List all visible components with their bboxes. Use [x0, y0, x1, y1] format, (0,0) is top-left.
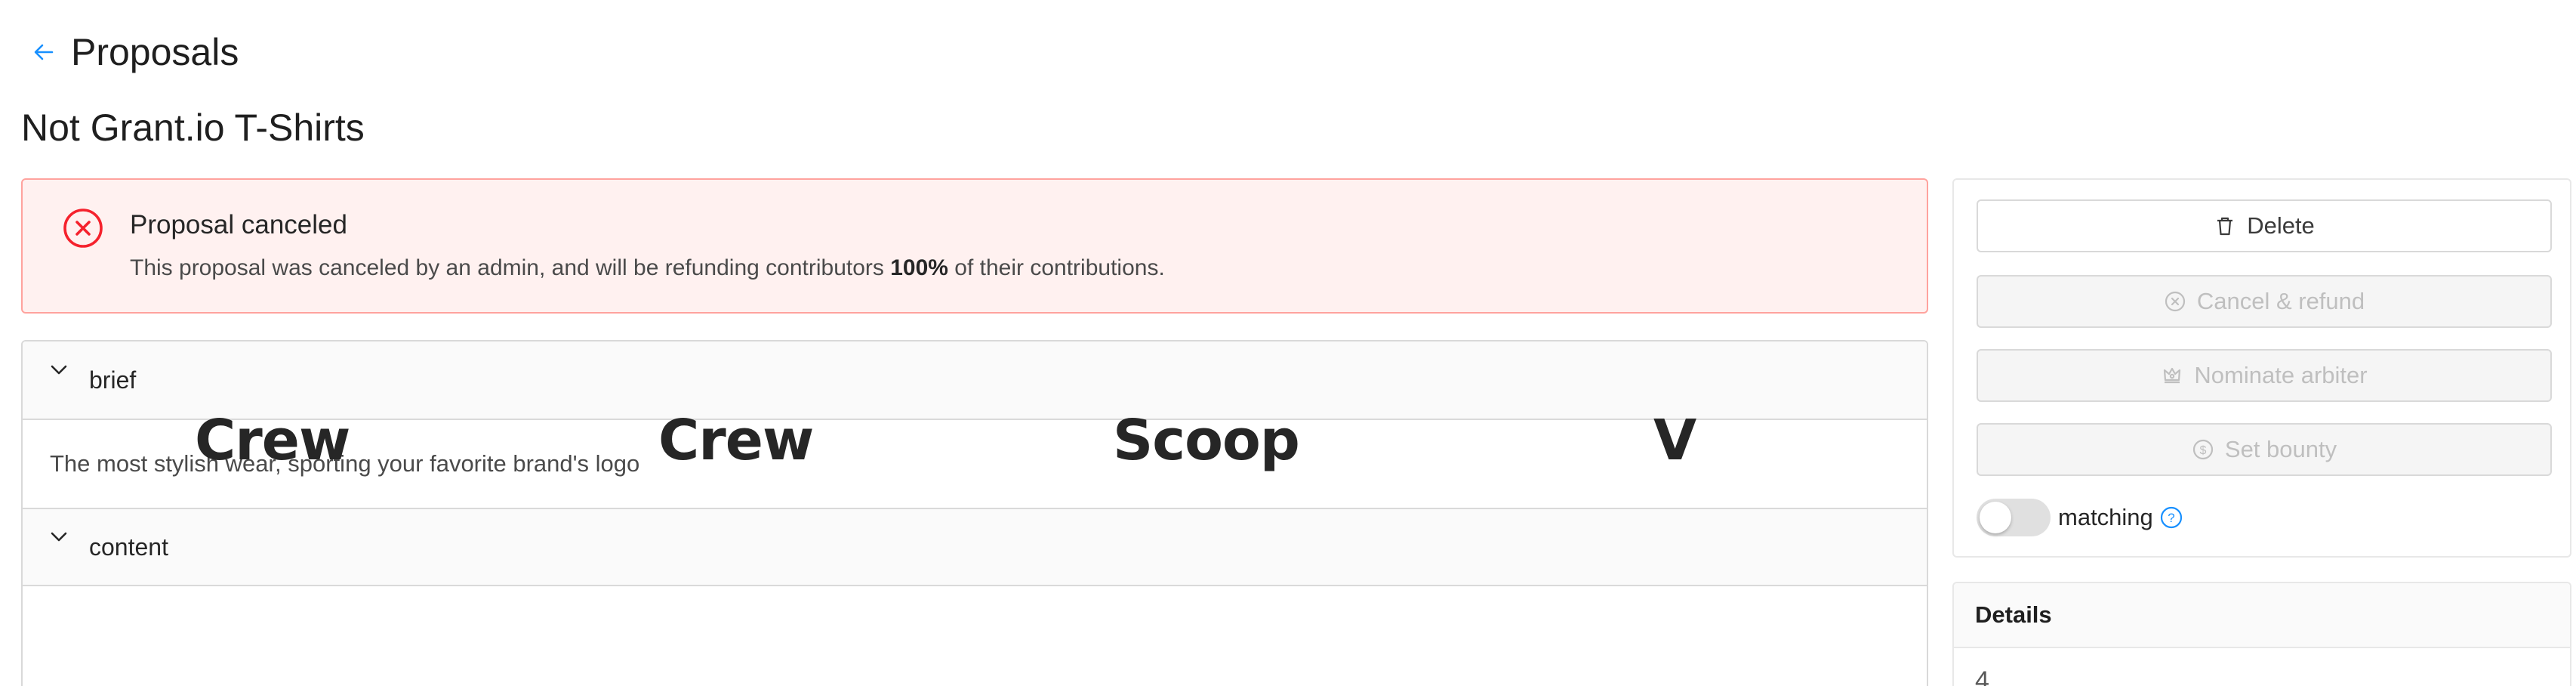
svg-text:$: $ [2199, 444, 2206, 457]
details-card: Details 4 [1952, 582, 2571, 686]
svg-text:?: ? [2168, 511, 2174, 525]
set-bounty-button[interactable]: $ Set bounty [1977, 423, 2552, 476]
delete-label: Delete [2247, 212, 2315, 239]
panel-content-content [23, 586, 1927, 686]
content-word: Crew [658, 408, 814, 473]
arrow-left-icon[interactable] [30, 39, 57, 66]
nominate-arbiter-label: Nominate arbiter [2194, 362, 2368, 388]
page-header: Proposals [30, 26, 239, 79]
alert-desc-percent: 100% [890, 255, 948, 280]
switch-knob [1980, 502, 2011, 533]
nominate-arbiter-button[interactable]: Nominate arbiter [1977, 349, 2552, 402]
set-bounty-label: Set bounty [2224, 436, 2337, 462]
alert-desc-prefix: This proposal was canceled by an admin, … [130, 255, 891, 280]
chevron-down-icon [48, 365, 69, 391]
matching-switch[interactable] [1977, 499, 2051, 536]
details-title: Details [1975, 601, 2052, 628]
alert-desc-suffix: of their contributions. [948, 255, 1165, 280]
panel-label-content: content [89, 533, 168, 561]
proposal-collapse: brief The most stylish wear, sporting yo… [21, 340, 1928, 686]
trash-icon [2214, 215, 2236, 237]
actions-card: Delete Cancel & refund Nominate arbiter … [1952, 178, 2571, 558]
dollar-circle-icon: $ [2192, 438, 2214, 461]
canceled-alert: Proposal canceled This proposal was canc… [21, 178, 1928, 314]
crown-icon [2161, 364, 2183, 387]
content-word: Crew [195, 408, 350, 473]
delete-button[interactable]: Delete [1977, 199, 2552, 252]
alert-title: Proposal canceled [130, 210, 347, 239]
proposal-title: Not Grant.io T-Shirts [21, 107, 365, 149]
panel-header-content[interactable]: content [23, 509, 1927, 586]
close-circle-icon [62, 207, 104, 249]
close-circle-icon [2164, 290, 2186, 313]
chevron-down-icon [48, 532, 69, 558]
cancel-refund-button[interactable]: Cancel & refund [1977, 275, 2552, 328]
matching-label: matching [2058, 504, 2153, 530]
details-value: 4 [1975, 666, 1989, 686]
alert-description: This proposal was canceled by an admin, … [130, 255, 1165, 281]
cancel-refund-label: Cancel & refund [2196, 288, 2365, 314]
page-title: Proposals [71, 31, 239, 73]
question-circle-icon[interactable]: ? [2159, 505, 2183, 530]
content-word: V [1653, 408, 1696, 473]
matching-toggle-row: matching ? [1977, 497, 2183, 538]
details-header: Details [1954, 583, 2570, 648]
panel-label-brief: brief [89, 366, 137, 394]
content-word: Scoop [1113, 408, 1300, 473]
